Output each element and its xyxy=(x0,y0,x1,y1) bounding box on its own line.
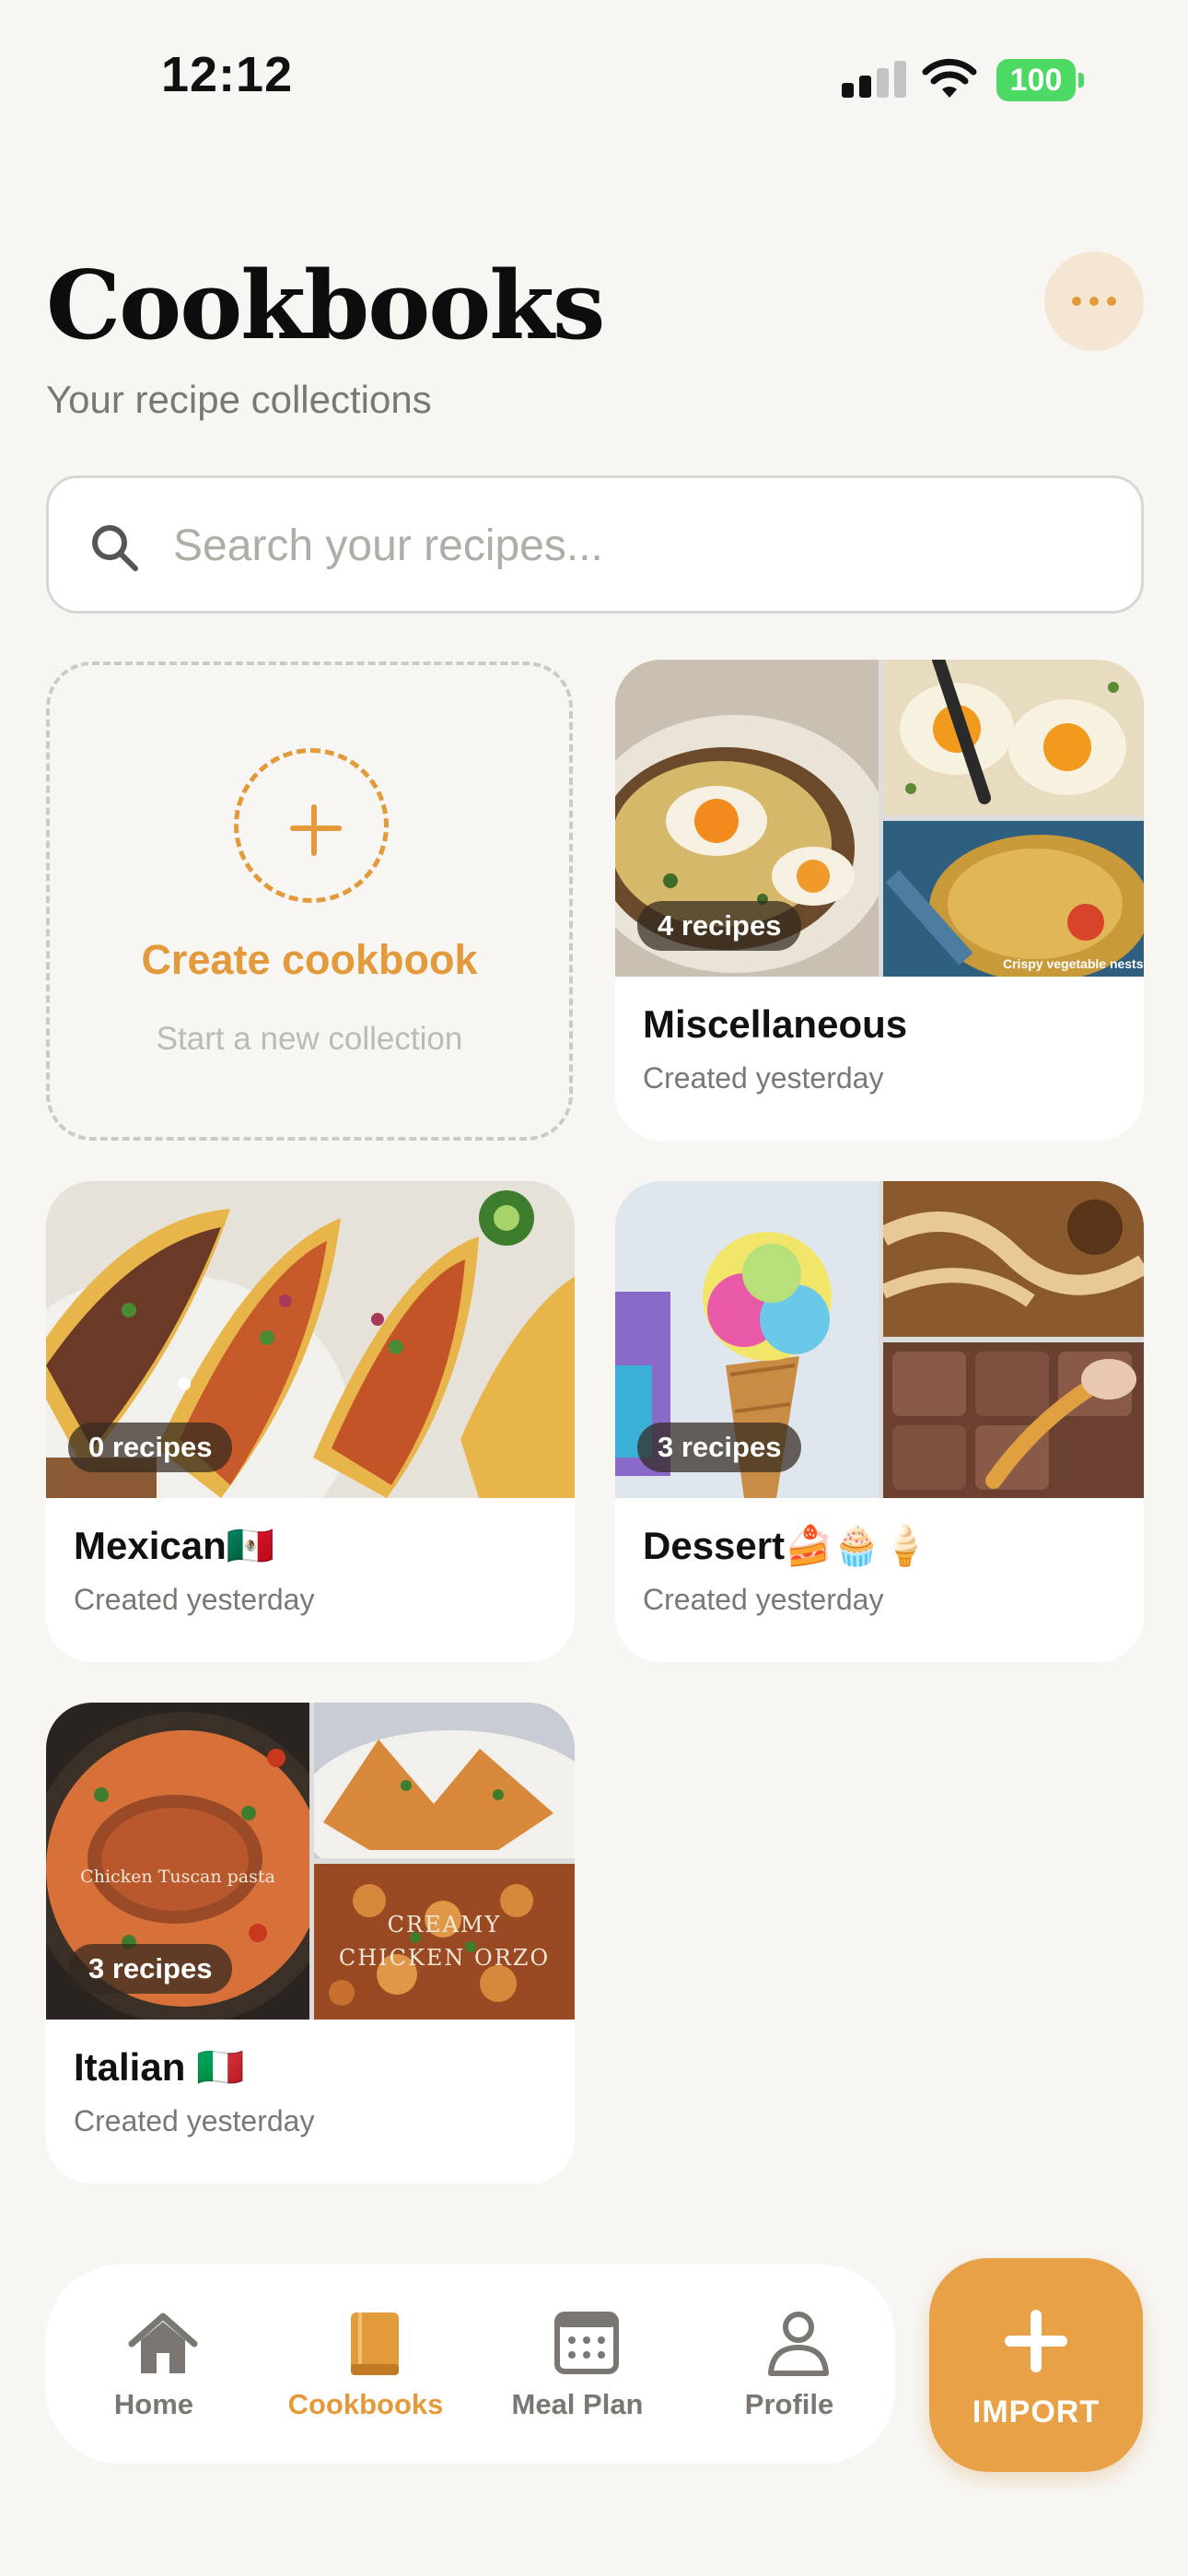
book-icon xyxy=(351,2313,399,2375)
more-options-button[interactable] xyxy=(1044,252,1144,351)
add-icon xyxy=(234,748,389,903)
dot-icon xyxy=(1107,297,1116,306)
cookbook-title: Miscellaneous xyxy=(643,1002,908,1046)
person-icon xyxy=(768,2312,829,2376)
cookbook-title: Dessert🍰🧁🍦 xyxy=(643,1524,929,1567)
image-caption: Chicken Tuscan pasta xyxy=(80,1867,275,1887)
status-bar: 12:12 100 xyxy=(0,0,1188,138)
battery-level: 100 xyxy=(1009,63,1063,98)
calendar-icon xyxy=(554,2312,619,2374)
nav-item-meal-plan[interactable]: Meal Plan xyxy=(472,2265,683,2464)
search-icon xyxy=(92,525,138,571)
nav-label: Profile xyxy=(744,2388,834,2420)
cookbook-card-mexican[interactable]: 0 recipes Mexican🇲🇽 Created yesterday xyxy=(46,1181,575,1662)
cookbook-card-miscellaneous[interactable]: Crispy vegetable nests 4 recipes Miscell… xyxy=(615,660,1144,1141)
plus-icon xyxy=(1005,2310,1067,2372)
recipe-photo: Crispy vegetable nests xyxy=(883,821,1144,977)
cookbook-title: Italian 🇮🇹 xyxy=(74,2045,245,2089)
create-cookbook-card[interactable]: Create cookbook Start a new collection xyxy=(46,662,573,1141)
recipe-count-badge: 3 recipes xyxy=(637,1423,802,1472)
recipe-count-badge: 3 recipes xyxy=(68,1944,233,1994)
cookbook-cover: Crispy vegetable nests 4 recipes xyxy=(615,660,1144,977)
image-caption: Creamy chicken Orzo xyxy=(338,1912,551,1971)
cookbook-title: Mexican🇲🇽 xyxy=(74,1524,275,1567)
cookbook-created-date: Created yesterday xyxy=(74,1583,315,1616)
nav-item-home[interactable]: Home xyxy=(48,2265,260,2464)
import-button[interactable]: IMPORT xyxy=(929,2258,1143,2472)
nav-item-profile[interactable]: Profile xyxy=(683,2265,895,2464)
cookbook-card-italian[interactable]: Chicken Tuscan pasta Creamy chicken Orzo… xyxy=(46,1703,575,2184)
cookbook-created-date: Created yesterday xyxy=(643,1061,884,1095)
dot-icon xyxy=(1089,297,1099,306)
nav-label: Meal Plan xyxy=(511,2388,644,2420)
recipe-count-badge: 0 recipes xyxy=(68,1423,233,1472)
search-bar[interactable] xyxy=(46,475,1144,614)
recipe-photo xyxy=(883,1342,1144,1498)
page-subtitle: Your recipe collections xyxy=(46,378,432,421)
image-caption: Crispy vegetable nests xyxy=(1003,956,1144,971)
home-icon xyxy=(128,2313,198,2373)
create-cookbook-title: Create cookbook xyxy=(141,936,478,983)
recipe-photo xyxy=(883,1181,1144,1337)
create-cookbook-subtitle: Start a new collection xyxy=(156,1021,463,1057)
recipe-count-badge: 4 recipes xyxy=(637,901,802,951)
import-label: IMPORT xyxy=(972,2395,1101,2430)
cookbook-created-date: Created yesterday xyxy=(643,1583,884,1616)
recipe-photo xyxy=(883,660,1144,815)
cookbook-cover: Chicken Tuscan pasta Creamy chicken Orzo… xyxy=(46,1703,575,2020)
cookbook-cover: 0 recipes xyxy=(46,1181,575,1498)
nav-item-cookbooks[interactable]: Cookbooks xyxy=(260,2265,472,2464)
dot-icon xyxy=(1072,297,1081,306)
cookbook-created-date: Created yesterday xyxy=(74,2104,315,2137)
recipe-photo: Creamy chicken Orzo xyxy=(314,1864,575,2020)
cookbook-cover: 3 recipes xyxy=(615,1181,1144,1498)
search-input[interactable] xyxy=(173,508,1103,583)
recipe-photo xyxy=(314,1703,575,1858)
battery-icon: 100 xyxy=(996,59,1084,101)
status-time: 12:12 xyxy=(161,47,294,102)
cellular-signal-icon xyxy=(842,61,906,98)
cookbook-card-dessert[interactable]: 3 recipes Dessert🍰🧁🍦 Created yesterday xyxy=(615,1181,1144,1662)
nav-label: Home xyxy=(113,2388,194,2420)
wifi-icon xyxy=(922,58,977,98)
page-title: Cookbooks xyxy=(46,251,605,361)
bottom-navigation: Home Cookbooks Meal Plan Profile xyxy=(46,2265,895,2464)
nav-label: Cookbooks xyxy=(287,2388,444,2420)
